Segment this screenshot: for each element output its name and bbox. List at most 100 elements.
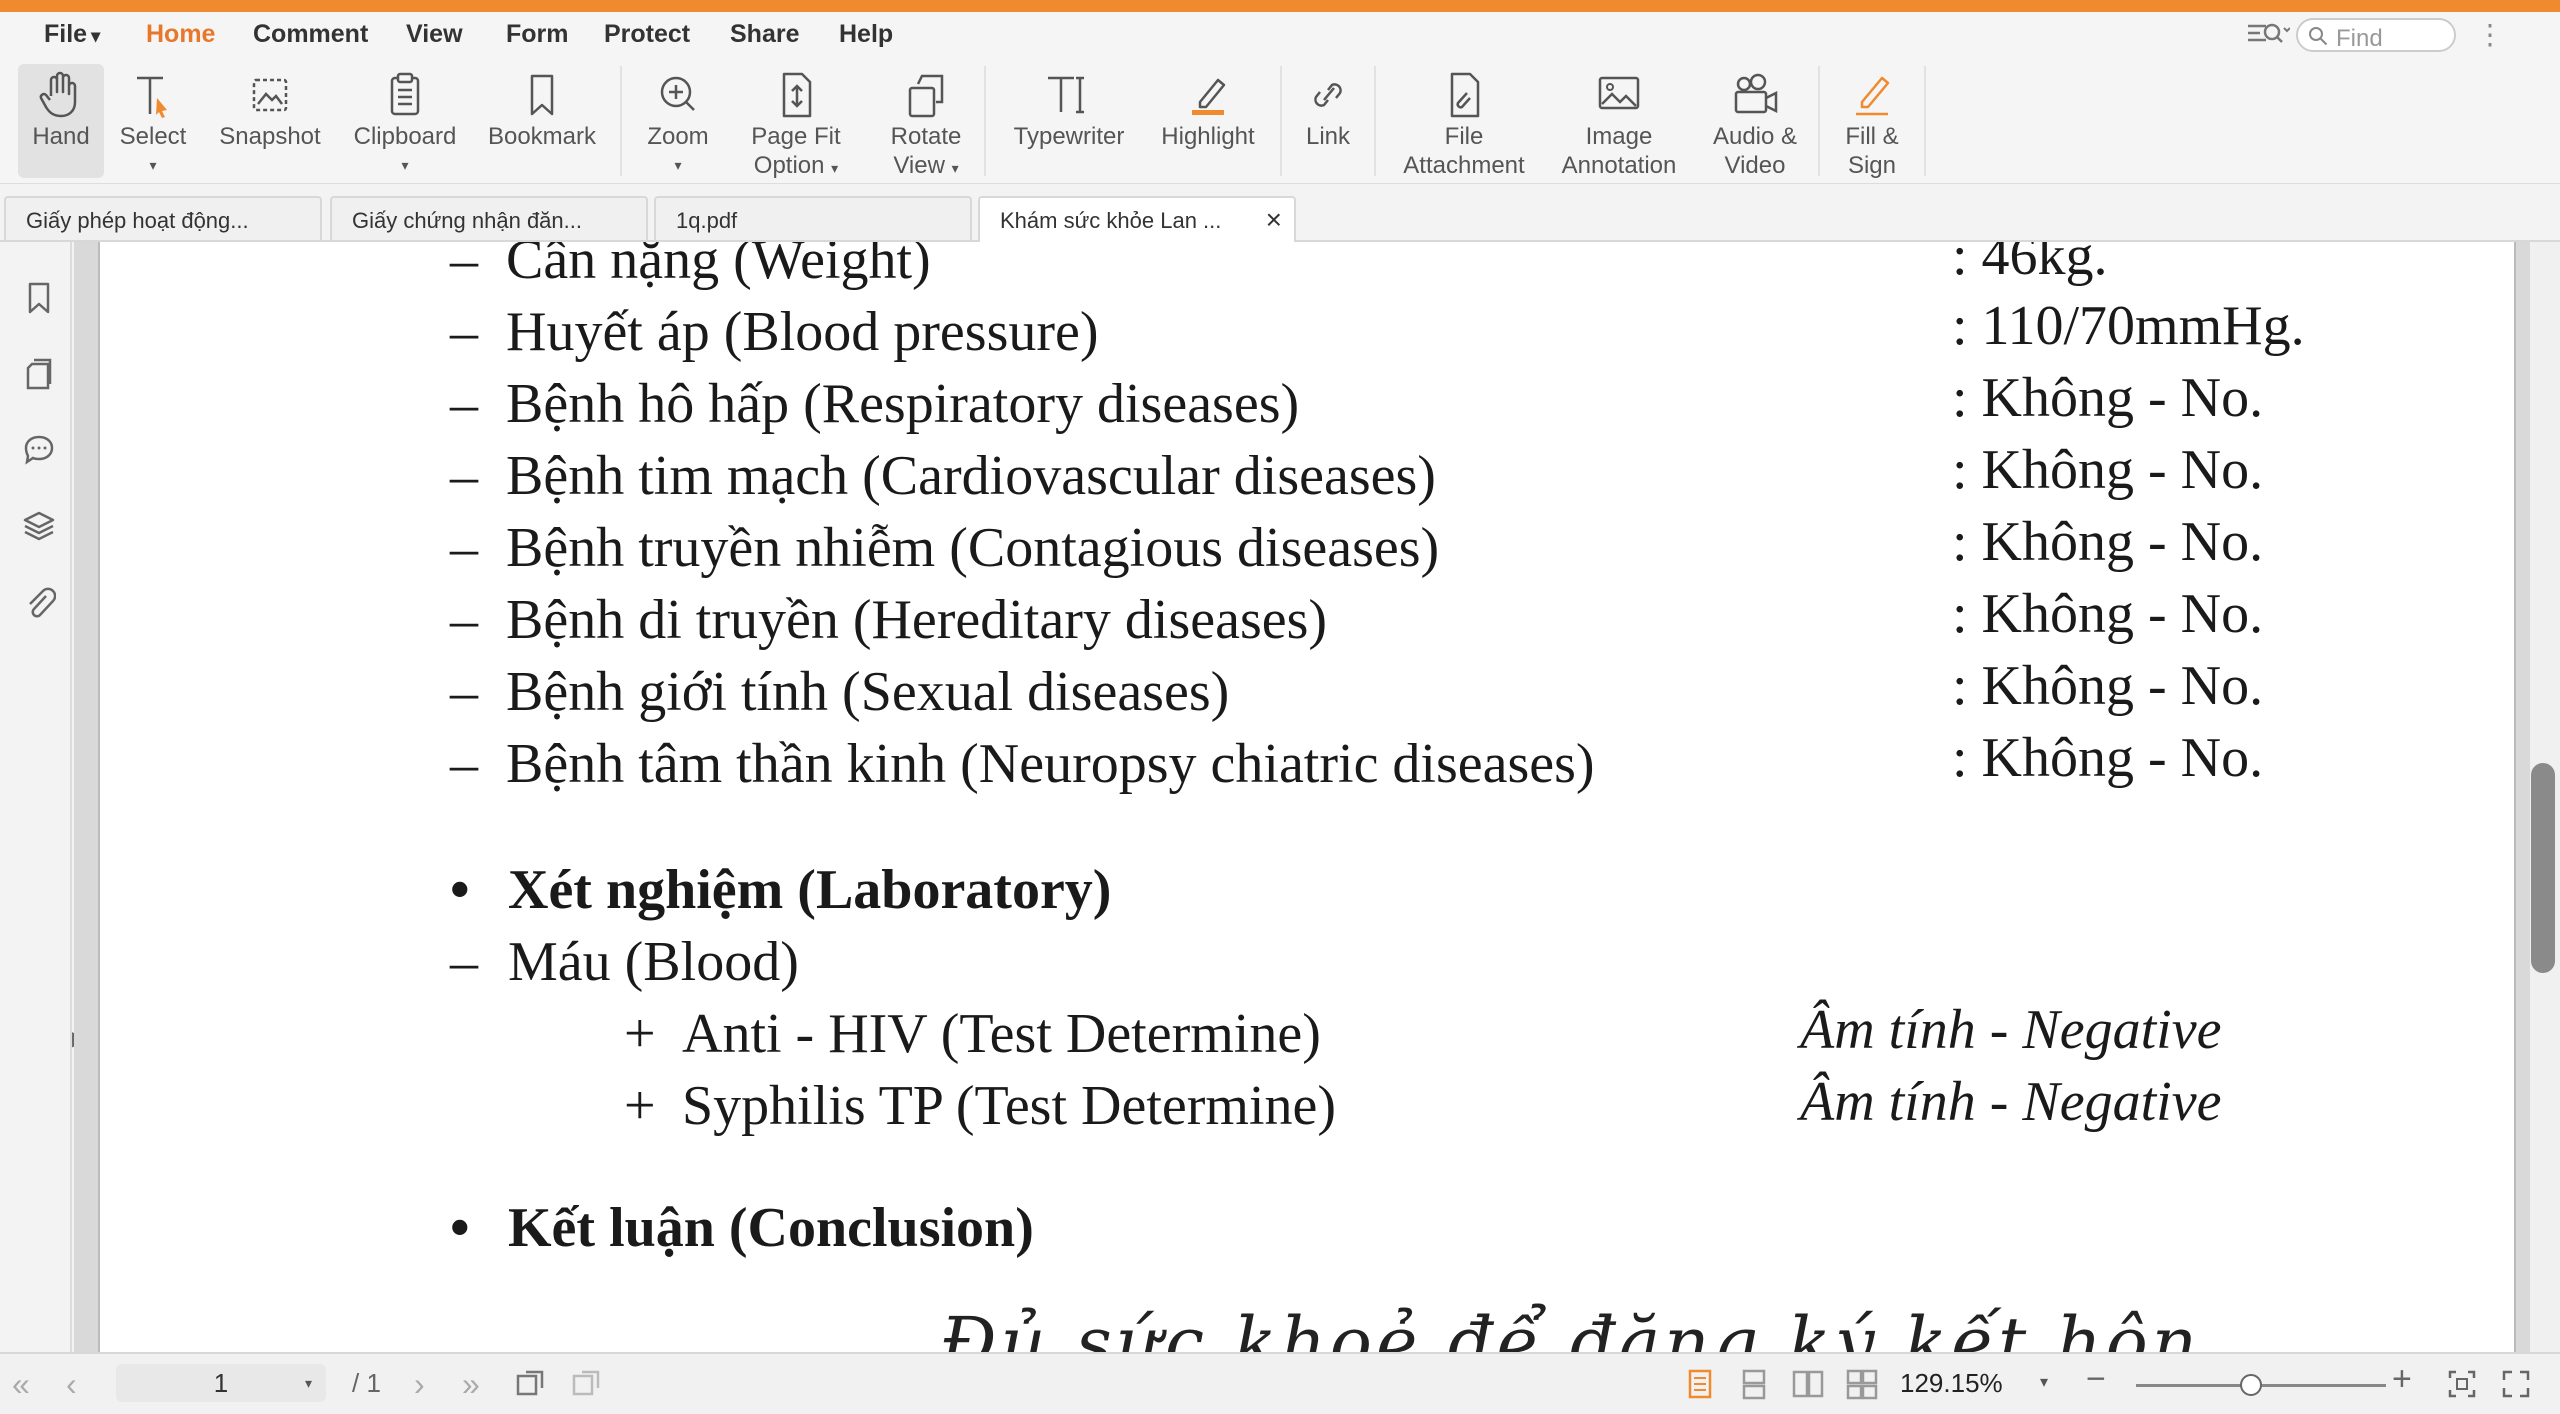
image-label: Image: [1585, 123, 1653, 150]
page-fit-option-label: Option: [753, 152, 825, 179]
ribbon-separator: [1818, 66, 1820, 176]
previous-page-icon[interactable]: ‹: [66, 1366, 77, 1403]
row-label: Huyết áp (Blood pressure): [506, 301, 1099, 363]
two-page-view-icon[interactable]: [1792, 1368, 1824, 1400]
typewriter-button[interactable]: Typewriter: [1004, 64, 1134, 178]
single-page-view-icon[interactable]: [1684, 1368, 1716, 1400]
handwritten-conclusion: Đủ sức khoẻ để đăng ký kết hôn: [940, 1302, 2201, 1352]
tab-document-active[interactable]: Khám sức khỏe Lan ... ×: [978, 196, 1296, 244]
dash: –: [450, 301, 478, 363]
chevron-down-icon[interactable]: ▾: [2040, 1372, 2048, 1392]
link-label: Link: [1305, 123, 1351, 150]
tab-document[interactable]: Giấy chứng nhận đăn...: [330, 196, 648, 240]
more-options-icon[interactable]: ⋮: [2476, 18, 2504, 51]
menu-share[interactable]: Share: [730, 20, 799, 49]
page-fit-option-button[interactable]: Page Fit Option ▾: [734, 64, 858, 179]
last-page-icon[interactable]: »: [462, 1366, 480, 1403]
next-page-icon[interactable]: ›: [414, 1366, 425, 1403]
rotate-label: Rotate: [890, 123, 962, 150]
doc-row-sexual: – Bệnh giới tính (Sexual diseases): [450, 660, 1229, 724]
tab-label: Khám sức khỏe Lan ...: [1000, 208, 1222, 233]
link-icon: [1314, 83, 1342, 107]
row-value: : Không - No.: [1952, 727, 2264, 789]
fullscreen-icon[interactable]: [2500, 1368, 2532, 1400]
image-annotation-button[interactable]: Image Annotation: [1552, 64, 1686, 179]
conclusion-heading: • Kết luận (Conclusion): [450, 1196, 1034, 1260]
zoom-out-icon[interactable]: −: [2086, 1360, 2106, 1399]
lab-heading: • Xét nghiệm (Laboratory): [450, 858, 1111, 922]
blood-label: Máu (Blood): [508, 931, 799, 993]
dash: –: [450, 661, 478, 723]
search-options-icon[interactable]: [2246, 20, 2291, 53]
pages-icon[interactable]: [22, 356, 56, 392]
find-placeholder: Find: [2336, 25, 2383, 52]
sign-label: Sign: [1847, 152, 1897, 179]
snapshot-button[interactable]: Snapshot: [214, 64, 326, 178]
select-button[interactable]: Select ▾: [116, 64, 190, 178]
row-label: Bệnh tim mạch (Cardiovascular diseases): [506, 445, 1436, 507]
select-label: Select: [119, 123, 187, 150]
layers-icon[interactable]: [22, 508, 56, 544]
first-page-icon[interactable]: «: [12, 1366, 30, 1403]
attachment-icon[interactable]: [22, 584, 56, 620]
tab-document[interactable]: 1q.pdf: [654, 196, 972, 240]
find-field[interactable]: Find: [2296, 18, 2456, 52]
document-viewport[interactable]: – Cân nặng (Weight) : 46kg. – Huyết áp (Bl…: [74, 242, 2530, 1352]
test-value: Âm tính - Negative: [1800, 1071, 2222, 1133]
menu-view[interactable]: View: [406, 20, 463, 49]
doc-row-respiratory: – Bệnh hô hấp (Respiratory diseases): [450, 372, 1299, 436]
lab-heading-text: Xét nghiệm (Laboratory): [508, 859, 1112, 921]
doc-row-neuropsychiatric: – Bệnh tâm thần kinh (Neuropsy chiatric d…: [450, 732, 1595, 796]
clipboard-icon: [390, 72, 420, 116]
zoom-button[interactable]: Zoom ▾: [638, 64, 718, 178]
close-icon[interactable]: ×: [1266, 204, 1282, 236]
scrollbar-thumb[interactable]: [2531, 763, 2555, 973]
link-button[interactable]: Link: [1298, 64, 1358, 178]
pdf-reader-window: File ▾ Home Comment View Form Protect Sha…: [0, 0, 2560, 1414]
menu-protect[interactable]: Protect: [604, 20, 690, 49]
attachment-label: Attachment: [1403, 152, 1525, 179]
annotation-label: Annotation: [1561, 152, 1677, 179]
two-page-continuous-view-icon[interactable]: [1846, 1368, 1878, 1400]
row-label: Bệnh di truyền (Hereditary diseases): [506, 589, 1328, 651]
dash: –: [450, 373, 478, 435]
chevron-down-icon: ▾: [304, 1375, 312, 1391]
test-row-hiv: + Anti - HIV (Test Determine): [624, 1002, 1321, 1066]
plus-marker: +: [624, 1003, 656, 1065]
zoom-level[interactable]: 129.15%: [1900, 1368, 2003, 1399]
menu-file[interactable]: File ▾: [44, 20, 100, 49]
bookmark-icon[interactable]: [22, 280, 56, 316]
menu-help[interactable]: Help: [839, 20, 893, 49]
bookmark-button[interactable]: Bookmark: [482, 64, 602, 178]
menu-home[interactable]: Home: [146, 20, 215, 49]
comment-icon[interactable]: [22, 432, 56, 468]
previous-view-icon[interactable]: [514, 1368, 546, 1400]
zoom-slider-handle[interactable]: [2240, 1374, 2262, 1396]
menu-form[interactable]: Form: [506, 20, 569, 49]
menu-comment[interactable]: Comment: [253, 20, 368, 49]
highlight-button[interactable]: Highlight: [1152, 64, 1264, 178]
document-tabs: Giấy phép hoạt động... Giấy chứng nhận đ…: [0, 184, 2560, 244]
file-attachment-button[interactable]: File Attachment: [1392, 64, 1536, 179]
dash: –: [450, 517, 478, 579]
test-label: Anti - HIV (Test Determine): [682, 1003, 1321, 1065]
dash: –: [450, 589, 478, 651]
page-number-input[interactable]: 1 ▾: [116, 1364, 326, 1402]
test-label: Syphilis TP (Test Determine): [682, 1075, 1337, 1137]
clipboard-button[interactable]: Clipboard ▾: [348, 64, 462, 178]
tab-document[interactable]: Giấy phép hoạt động...: [4, 196, 322, 240]
audio-video-button[interactable]: Audio & Video: [1700, 64, 1810, 179]
highlight-icon: [1192, 78, 1226, 115]
ribbon-toolbar: Hand Select ▾ Snapshot Clipboard ▾ Bookm…: [0, 58, 2560, 184]
hand-button[interactable]: Hand: [18, 64, 104, 178]
bookmark-icon: [530, 74, 554, 116]
rotate-view-button[interactable]: Rotate View ▾: [872, 64, 980, 179]
fit-page-icon[interactable]: [2446, 1368, 2478, 1400]
fill-sign-button[interactable]: Fill & Sign: [1832, 64, 1912, 179]
next-view-icon[interactable]: [570, 1368, 602, 1400]
zoom-in-icon[interactable]: +: [2392, 1360, 2412, 1399]
plus-marker: +: [624, 1075, 656, 1137]
continuous-view-icon[interactable]: [1738, 1368, 1770, 1400]
snapshot-icon: [252, 78, 288, 112]
dash: –: [450, 733, 478, 795]
